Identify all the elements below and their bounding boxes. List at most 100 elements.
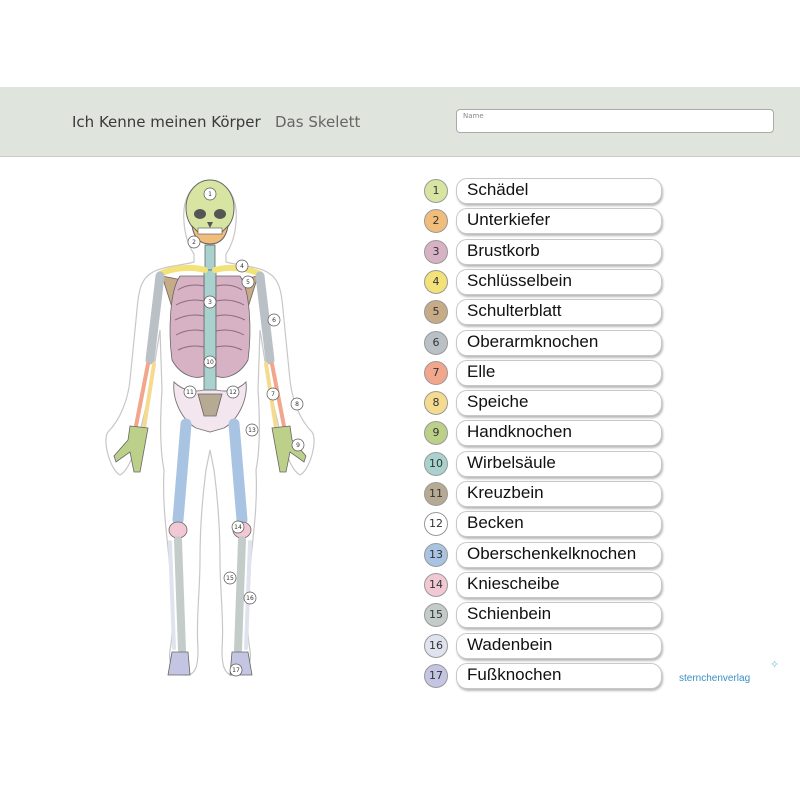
svg-text:2: 2 <box>192 239 196 246</box>
svg-text:3: 3 <box>208 299 212 306</box>
spine <box>203 269 217 399</box>
legend-label: Unterkiefer <box>467 210 551 230</box>
legend-number: 14 <box>424 572 448 597</box>
svg-text:5: 5 <box>246 279 250 286</box>
diagram-marker-16: 16 <box>243 591 257 605</box>
svg-text:13: 13 <box>248 427 256 434</box>
legend-label: Kniescheibe <box>467 573 560 593</box>
legend-item: 2 Unterkiefer <box>424 208 674 235</box>
diagram-marker-7: 7 <box>266 387 280 401</box>
legend-item: 11 Kreuzbein <box>424 481 674 507</box>
legend-label: Wadenbein <box>467 634 553 654</box>
legend-item: 5 Schulterblatt <box>424 299 674 326</box>
publisher-logo: ✧ sternchenverlag <box>679 658 779 685</box>
svg-text:12: 12 <box>229 389 237 396</box>
svg-text:8: 8 <box>295 401 299 408</box>
legend-item: 8 Speiche <box>424 390 674 417</box>
diagram-marker-8: 8 <box>290 397 304 411</box>
neck-vertebrae <box>204 244 216 271</box>
legend-label: Handknochen <box>467 422 572 442</box>
legend-label: Oberschenkelknochen <box>467 543 637 563</box>
name-field-label: Name <box>463 112 484 120</box>
svg-text:1: 1 <box>208 191 212 198</box>
svg-text:15: 15 <box>226 575 234 582</box>
worksheet-title: Ich Kenne meinen Körper <box>72 113 261 131</box>
legend-label: Wirbelsäule <box>467 452 556 472</box>
legend-number: 9 <box>424 421 448 446</box>
legend-label: Elle <box>467 361 496 381</box>
diagram-marker-4: 4 <box>235 259 249 273</box>
diagram-marker-6: 6 <box>267 313 281 327</box>
worksheet-subtitle: Das Skelett <box>275 113 361 131</box>
legend-item: 16 Wadenbein <box>424 632 674 659</box>
publisher-name: sternchenverlag <box>679 673 751 684</box>
legend-label: Fußknochen <box>467 664 562 684</box>
star-icon: ✧ <box>770 658 780 671</box>
left-eye-socket <box>194 209 206 219</box>
legend-number: 6 <box>424 330 448 355</box>
left-tibia <box>174 536 186 654</box>
legend-number: 17 <box>424 663 448 688</box>
diagram-marker-3: 3 <box>203 295 217 309</box>
legend-label: Brustkorb <box>467 240 540 260</box>
legend-label: Schlüsselbein <box>467 270 572 290</box>
legend-item: 17 Fußknochen <box>424 662 674 689</box>
legend-item: 14 Kniescheibe <box>424 571 674 598</box>
legend-number: 4 <box>424 269 448 294</box>
legend-label: Speiche <box>467 392 529 412</box>
legend-label: Oberarmknochen <box>467 331 599 351</box>
svg-text:16: 16 <box>246 595 254 602</box>
legend-number: 7 <box>424 360 448 385</box>
svg-text:14: 14 <box>234 524 242 531</box>
left-foot <box>167 651 191 676</box>
legend-number: 13 <box>424 542 448 567</box>
legend-number: 16 <box>424 633 448 658</box>
diagram-marker-13: 13 <box>245 423 259 437</box>
legend-label: Schädel <box>467 180 529 199</box>
legend-number: 10 <box>424 451 448 476</box>
svg-text:7: 7 <box>271 391 275 398</box>
legend-item: 12 Becken <box>424 511 674 538</box>
legend-label: Schienbein <box>467 604 552 624</box>
legend-number: 12 <box>424 512 448 537</box>
svg-text:9: 9 <box>296 442 300 449</box>
legend-item: 10 Wirbelsäule <box>424 450 674 477</box>
diagram-marker-1: 1 <box>203 187 217 201</box>
diagram-marker-10: 10 <box>203 355 217 369</box>
legend-item: 13 Oberschenkelknochen <box>424 541 674 568</box>
svg-text:11: 11 <box>186 389 194 396</box>
diagram-marker-9: 9 <box>291 438 305 452</box>
legend-number: 11 <box>424 482 448 506</box>
svg-text:4: 4 <box>240 263 244 270</box>
legend-number: 5 <box>424 300 448 325</box>
legend-item: 1 Schädel <box>424 178 674 204</box>
svg-text:6: 6 <box>272 317 276 324</box>
legend-label: Schulterblatt <box>467 301 562 321</box>
diagram-marker-15: 15 <box>223 571 237 585</box>
teeth <box>197 227 223 235</box>
legend-item: 9 Handknochen <box>424 420 674 447</box>
svg-text:10: 10 <box>206 359 214 366</box>
left-kneecap <box>168 521 188 539</box>
legend-item: 15 Schienbein <box>424 602 674 629</box>
legend-label: Kreuzbein <box>467 483 544 502</box>
diagram-marker-11: 11 <box>183 385 197 399</box>
diagram-marker-17: 17 <box>229 663 243 677</box>
right-eye-socket <box>214 209 226 219</box>
legend-item: 6 Oberarmknochen <box>424 329 674 356</box>
legend-number: 2 <box>424 209 448 234</box>
legend-item: 7 Elle <box>424 359 674 386</box>
name-field[interactable]: Name <box>456 109 774 133</box>
diagram-marker-12: 12 <box>226 385 240 399</box>
legend-number: 8 <box>424 391 448 416</box>
legend-label: Becken <box>467 513 524 533</box>
right-tibia <box>234 536 246 654</box>
legend-number: 3 <box>424 239 448 264</box>
skeleton-diagram: 1 2 3 4 5 6 7 8 9 10 11 12 13 14 15 16 1… <box>105 179 315 677</box>
svg-text:17: 17 <box>232 667 240 674</box>
legend-number: 1 <box>424 179 448 203</box>
diagram-marker-2: 2 <box>187 235 201 249</box>
legend-number: 15 <box>424 603 448 628</box>
diagram-marker-14: 14 <box>231 520 245 534</box>
legend-item: 4 Schlüsselbein <box>424 268 674 295</box>
